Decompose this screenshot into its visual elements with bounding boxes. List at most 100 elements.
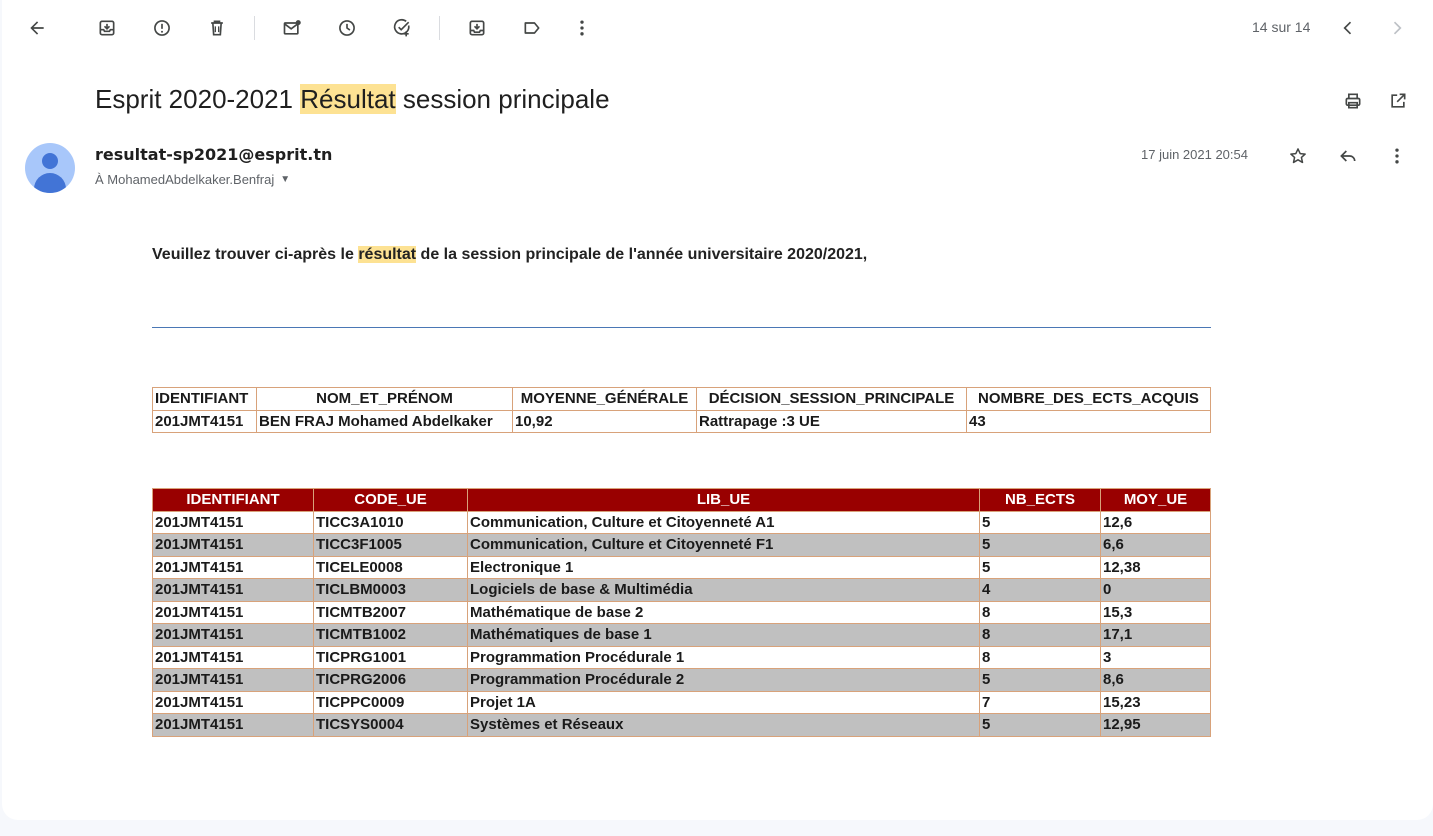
table-cell: 8 [979,600,1101,624]
table-cell: 6,6 [1100,533,1211,557]
table-cell: 5 [979,713,1101,737]
sender-email[interactable]: resultat-sp2021@esprit.tn [95,145,332,164]
table-cell: 3 [1100,645,1211,669]
summary-cell: 43 [966,409,1211,433]
table-row: 201JMT4151 TICPPC0009 Projet 1A 7 15,23 [152,690,1211,714]
summary-header-cell: MOYENNE_GÉNÉRALE [512,387,697,411]
intro-highlight: résultat [358,246,417,263]
toolbar-divider [439,16,440,40]
table-cell: Electronique 1 [467,555,980,579]
table-cell: 201JMT4151 [152,713,314,737]
chevron-left-icon[interactable] [1336,16,1360,40]
table-cell: 201JMT4151 [152,623,314,647]
chevron-right-icon[interactable] [1385,16,1409,40]
star-icon[interactable] [1286,144,1310,168]
horizontal-rule [152,327,1211,328]
table-cell: TICELE0008 [313,555,468,579]
grades-header-cell: CODE_UE [313,488,468,512]
table-cell: Programmation Procédurale 2 [467,668,980,692]
table-cell: 12,6 [1100,510,1211,534]
summary-cell: Rattrapage :3 UE [696,409,967,433]
table-cell: TICPPC0009 [313,690,468,714]
recipient-text: À MohamedAbdelkaker.Benfraj [95,172,275,187]
email-intro: Veuillez trouver ci-après le résultat de… [152,246,867,264]
table-cell: 12,38 [1100,555,1211,579]
table-row: 201JMT4151 TICC3F1005 Communication, Cultu… [152,533,1211,557]
table-cell: 8 [979,645,1101,669]
delete-icon[interactable] [205,16,229,40]
table-cell: Mathématiques de base 1 [467,623,980,647]
table-cell: TICPRG1001 [313,645,468,669]
table-cell: 5 [979,668,1101,692]
table-cell: 201JMT4151 [152,533,314,557]
grades-header-cell: NB_ECTS [979,488,1101,512]
recipient-line[interactable]: À MohamedAbdelkaker.Benfraj ▼ [95,172,290,187]
table-cell: 201JMT4151 [152,600,314,624]
grades-header-cell: IDENTIFIANT [152,488,314,512]
table-row: 201JMT4151 TICPRG2006 Programmation Procéd… [152,668,1211,692]
table-cell: 0 [1100,578,1211,602]
grades-header-cell: MOY_UE [1100,488,1211,512]
mark-unread-icon[interactable] [280,16,304,40]
table-cell: 201JMT4151 [152,645,314,669]
email-subject: Esprit 2020-2021 Résultat session princi… [95,84,610,115]
table-cell: Communication, Culture et Citoyenneté F1 [467,533,980,557]
add-task-icon[interactable] [390,16,414,40]
table-cell: Projet 1A [467,690,980,714]
summary-header-cell: NOMBRE_DES_ECTS_ACQUIS [966,387,1211,411]
print-icon[interactable] [1341,89,1365,113]
table-cell: TICC3F1005 [313,533,468,557]
email-date: 17 juin 2021 20:54 [1141,147,1248,162]
subject-highlight: Résultat [300,84,396,114]
table-row: 201JMT4151 TICPRG1001 Programmation Procéd… [152,645,1211,669]
table-cell: 4 [979,578,1101,602]
grades-header-row: IDENTIFIANT CODE_UE LIB_UE NB_ECTS MOY_U… [152,488,1211,512]
summary-header-cell: NOM_ET_PRÉNOM [256,387,513,411]
table-cell: 8 [979,623,1101,647]
table-cell: 15,3 [1100,600,1211,624]
back-arrow-icon[interactable] [25,16,49,40]
summary-row: 201JMT4151 BEN FRAJ Mohamed Abdelkaker 1… [152,409,1211,433]
report-spam-icon[interactable] [150,16,174,40]
table-cell: 5 [979,510,1101,534]
summary-table: IDENTIFIANT NOM_ET_PRÉNOM MOYENNE_GÉNÉRA… [152,387,1211,433]
table-cell: TICSYS0004 [313,713,468,737]
table-cell: 17,1 [1100,623,1211,647]
table-row: 201JMT4151 TICMTB2007 Mathématique de base… [152,600,1211,624]
caret-down-icon[interactable]: ▼ [280,174,290,185]
summary-header-cell: DÉCISION_SESSION_PRINCIPALE [696,387,967,411]
more-options-icon[interactable] [1385,144,1409,168]
email-view: 14 sur 14 Esprit 2020-2021 Résultat sess… [2,0,1433,820]
move-to-icon[interactable] [465,16,489,40]
grades-table: IDENTIFIANT CODE_UE LIB_UE NB_ECTS MOY_U… [152,488,1211,737]
table-row: 201JMT4151 TICSYS0004 Systèmes et Réseaux 5… [152,713,1211,737]
reply-icon[interactable] [1336,144,1360,168]
table-cell: Programmation Procédurale 1 [467,645,980,669]
summary-header-row: IDENTIFIANT NOM_ET_PRÉNOM MOYENNE_GÉNÉRA… [152,387,1211,411]
table-cell: 12,95 [1100,713,1211,737]
summary-cell: 10,92 [512,409,697,433]
sender-avatar-icon[interactable] [25,143,75,193]
table-row: 201JMT4151 TICMTB1002 Mathématiques de bas… [152,623,1211,647]
intro-text: Veuillez trouver ci-après le [152,246,359,263]
table-cell: 15,23 [1100,690,1211,714]
table-cell: 5 [979,533,1101,557]
more-vert-icon[interactable] [570,16,594,40]
summary-cell: 201JMT4151 [152,409,257,433]
table-cell: 7 [979,690,1101,714]
table-cell: 201JMT4151 [152,668,314,692]
grades-header-cell: LIB_UE [467,488,980,512]
snooze-clock-icon[interactable] [335,16,359,40]
table-cell: TICMTB1002 [313,623,468,647]
archive-icon[interactable] [95,16,119,40]
table-cell: 201JMT4151 [152,690,314,714]
subject-text: Esprit 2020-2021 [95,84,301,114]
summary-cell: BEN FRAJ Mohamed Abdelkaker [256,409,513,433]
table-cell: 201JMT4151 [152,578,314,602]
open-in-new-window-icon[interactable] [1386,89,1410,113]
table-cell: 201JMT4151 [152,510,314,534]
table-cell: 201JMT4151 [152,555,314,579]
table-cell: Mathématique de base 2 [467,600,980,624]
table-cell: Systèmes et Réseaux [467,713,980,737]
label-icon[interactable] [520,16,544,40]
